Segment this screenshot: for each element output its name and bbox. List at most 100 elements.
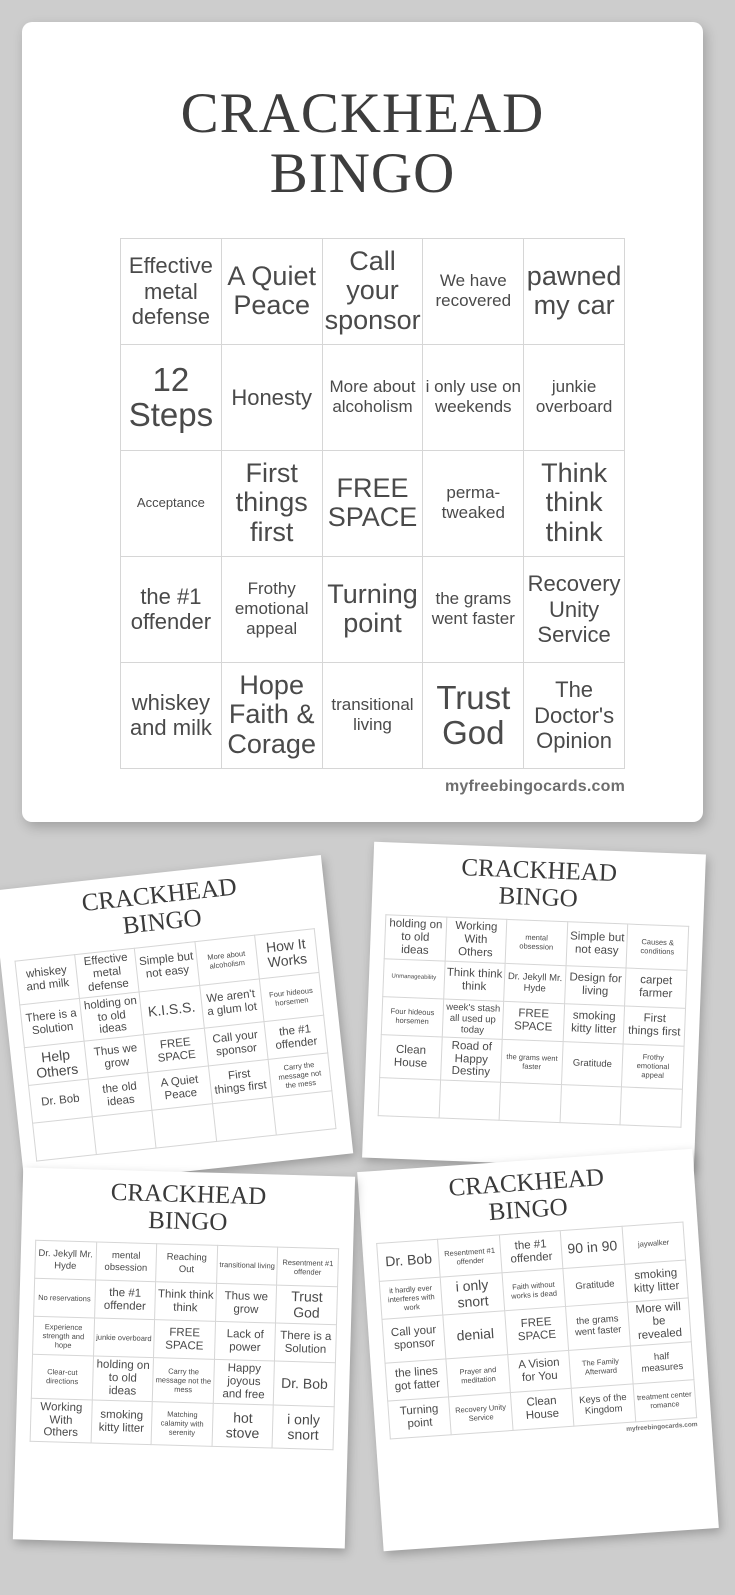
bingo-cell[interactable]: [378, 1077, 441, 1119]
bingo-cell[interactable]: The Doctor's Opinion: [523, 661, 625, 769]
bingo-cell[interactable]: We aren't a glum lot: [199, 978, 264, 1029]
bingo-cell[interactable]: Call your sponsor: [381, 1315, 447, 1363]
bingo-cell[interactable]: jaywalker: [621, 1222, 686, 1265]
thumbnail-card-4[interactable]: CRACKHEAD BINGO Dr. Bob Resentment #1 off…: [357, 1148, 719, 1552]
bingo-cell[interactable]: Gratitude: [561, 1041, 624, 1088]
bingo-cell[interactable]: A Vision for You: [507, 1349, 572, 1393]
bingo-cell[interactable]: Frothy emotional appeal: [220, 555, 323, 663]
bingo-cell[interactable]: First things first: [623, 1005, 686, 1046]
bingo-cell[interactable]: mental obsession: [505, 919, 568, 966]
bingo-cell[interactable]: the lines got fatter: [385, 1358, 449, 1401]
bingo-cell[interactable]: Dr. Bob: [28, 1079, 93, 1124]
bingo-cell[interactable]: transitional living: [321, 661, 424, 769]
bingo-cell[interactable]: Happy joyous and free: [213, 1359, 275, 1405]
bingo-cell[interactable]: We have recovered: [422, 237, 525, 345]
bingo-cell[interactable]: Hope Faith & Corage: [220, 661, 323, 769]
bingo-cell[interactable]: i only snort: [440, 1272, 505, 1316]
bingo-cell[interactable]: Clean House: [379, 1034, 442, 1081]
bingo-cell[interactable]: the #1 offender: [263, 1015, 328, 1060]
bingo-cell[interactable]: A Quiet Peace: [148, 1066, 213, 1111]
bingo-cell[interactable]: Turning point: [387, 1396, 452, 1439]
bingo-cell[interactable]: transitional living: [216, 1245, 279, 1286]
bingo-cell[interactable]: FREE SPACE: [502, 1000, 565, 1042]
bingo-cell[interactable]: How It Works: [254, 928, 319, 979]
bingo-cell[interactable]: There is a Solution: [19, 998, 85, 1048]
bingo-cell[interactable]: holding on to old ideas: [384, 914, 447, 961]
bingo-cell[interactable]: Turning point: [321, 555, 424, 663]
bingo-cell[interactable]: Resentment #1 offender: [437, 1234, 502, 1278]
bingo-cell[interactable]: Recovery Unity Service: [523, 555, 625, 663]
bingo-cell[interactable]: Dr. Jekyll Mr. Hyde: [503, 962, 566, 1004]
bingo-cell[interactable]: More will be revealed: [626, 1297, 692, 1346]
bingo-cell[interactable]: First things first: [208, 1059, 272, 1105]
bingo-cell[interactable]: K.I.S.S.: [139, 985, 204, 1035]
bingo-cell[interactable]: Clean House: [510, 1387, 575, 1431]
bingo-cell[interactable]: the #1 offender: [120, 555, 222, 663]
bingo-cell[interactable]: Frothy emotional appeal: [621, 1043, 685, 1090]
bingo-cell[interactable]: the #1 offender: [94, 1279, 156, 1320]
bingo-cell[interactable]: pawned my car: [523, 237, 625, 345]
bingo-cell[interactable]: junkie overboard: [523, 343, 625, 451]
bingo-grid[interactable]: Effective metal defense A Quiet Peace Call…: [120, 237, 625, 769]
bingo-cell[interactable]: 90 in 90: [560, 1226, 625, 1269]
bingo-cell[interactable]: [620, 1087, 683, 1128]
bingo-cell[interactable]: Four hideous horsemen: [381, 996, 444, 1037]
bingo-grid[interactable]: Dr. Bob Resentment #1 offender the #1 offe…: [376, 1222, 697, 1440]
bingo-cell[interactable]: FREE SPACE: [504, 1306, 569, 1355]
bingo-cell[interactable]: i only snort: [272, 1404, 335, 1450]
bingo-cell[interactable]: [559, 1084, 622, 1126]
bingo-cell[interactable]: holding on to old ideas: [91, 1355, 154, 1402]
bingo-cell[interactable]: Reaching Out: [155, 1243, 218, 1284]
bingo-cell[interactable]: Gratitude: [563, 1264, 627, 1307]
bingo-cell[interactable]: More about alcoholism: [321, 343, 424, 451]
bingo-cell[interactable]: First things first: [220, 449, 323, 557]
bingo-cell[interactable]: perma-tweaked: [422, 449, 525, 557]
bingo-cell[interactable]: Causes & conditions: [626, 924, 689, 970]
bingo-cell[interactable]: week's stash all used up today: [441, 998, 504, 1039]
thumbnail-card-2[interactable]: CRACKHEAD BINGO holding on to old ideas W…: [362, 841, 706, 1171]
bingo-cell[interactable]: A Quiet Peace: [220, 237, 323, 345]
bingo-cell[interactable]: Help Others: [24, 1041, 89, 1086]
bingo-cell[interactable]: the old ideas: [88, 1072, 153, 1118]
bingo-cell[interactable]: Thus we grow: [215, 1283, 277, 1324]
bingo-cell[interactable]: Dr. Jekyll Mr. Hyde: [34, 1240, 97, 1280]
bingo-cell[interactable]: holding on to old ideas: [79, 991, 145, 1042]
bingo-cell[interactable]: Working With Others: [444, 917, 507, 963]
bingo-cell[interactable]: Faith without works is dead: [501, 1268, 566, 1311]
bingo-grid[interactable]: Dr. Jekyll Mr. Hyde mental obsession Reach…: [30, 1240, 340, 1451]
bingo-cell[interactable]: Honesty: [220, 343, 323, 451]
bingo-cell[interactable]: Matching calamity with serenity: [151, 1401, 214, 1447]
bingo-cell[interactable]: Working With Others: [30, 1397, 92, 1444]
bingo-cell[interactable]: whiskey and milk: [15, 954, 80, 1005]
bingo-cell[interactable]: Trust God: [422, 661, 525, 769]
bingo-cell[interactable]: Unmanageability: [382, 958, 445, 999]
bingo-cell[interactable]: Lack of power: [214, 1321, 276, 1362]
bingo-cell[interactable]: Acceptance: [120, 449, 222, 557]
bingo-cell[interactable]: Dr. Bob: [273, 1361, 336, 1407]
bingo-cell[interactable]: smoking kitty litter: [624, 1259, 689, 1303]
bingo-cell[interactable]: Think think think: [443, 960, 506, 1001]
bingo-cell[interactable]: Trust God: [275, 1285, 338, 1325]
bingo-cell[interactable]: treatment center romance: [632, 1379, 697, 1422]
bingo-cell[interactable]: [92, 1110, 157, 1155]
bingo-cell[interactable]: Road of Happy Destiny: [440, 1036, 503, 1083]
bingo-cell[interactable]: [271, 1090, 336, 1136]
bingo-cell[interactable]: hot stove: [211, 1402, 274, 1449]
bingo-cell[interactable]: The Family Afterward: [568, 1345, 633, 1388]
bingo-cell[interactable]: Prayer and meditation: [446, 1354, 511, 1397]
bingo-cell[interactable]: [499, 1082, 562, 1123]
bingo-cell[interactable]: Resentment #1 offender: [276, 1247, 339, 1287]
bingo-cell[interactable]: 12 Steps: [120, 343, 222, 451]
bingo-cell[interactable]: [212, 1097, 277, 1142]
bingo-cell[interactable]: Call your sponsor: [321, 237, 424, 345]
bingo-cell[interactable]: FREE SPACE: [153, 1319, 216, 1360]
bingo-cell[interactable]: Dr. Bob: [376, 1239, 441, 1282]
bingo-cell[interactable]: Think think think: [154, 1281, 217, 1322]
bingo-cell[interactable]: the grams went faster: [565, 1302, 630, 1350]
bingo-cell[interactable]: mental obsession: [95, 1242, 157, 1282]
bingo-cell[interactable]: carpet farmer: [624, 967, 687, 1008]
bingo-cell[interactable]: Carry the message not the mess: [152, 1357, 215, 1403]
bingo-cell[interactable]: the grams went faster: [500, 1038, 563, 1085]
bingo-cell[interactable]: [32, 1117, 97, 1162]
bingo-cell[interactable]: Four hideous horsemen: [259, 972, 324, 1022]
